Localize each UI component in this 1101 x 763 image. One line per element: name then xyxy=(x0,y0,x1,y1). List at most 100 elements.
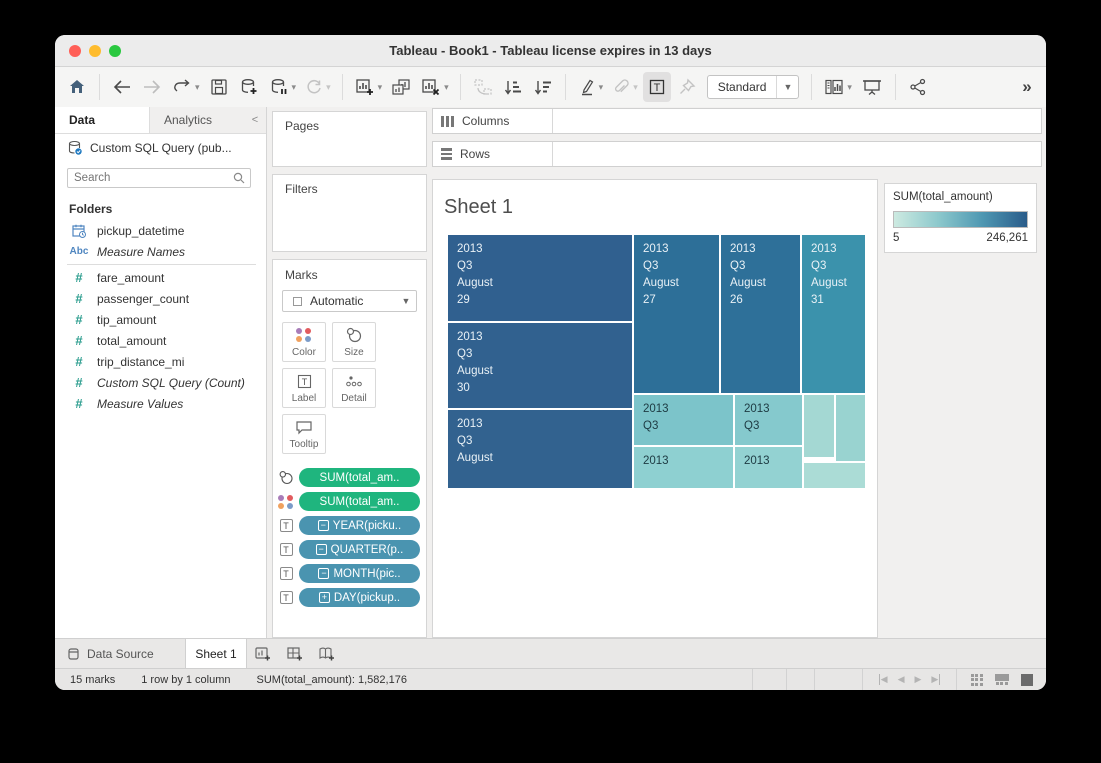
field-label: pickup_datetime xyxy=(97,224,184,238)
number-icon: # xyxy=(69,375,89,390)
pages-shelf[interactable]: Pages xyxy=(272,111,427,167)
show-me-button[interactable]: ▾ xyxy=(820,72,855,102)
highlight-button[interactable]: ▾ xyxy=(574,72,607,102)
color-legend[interactable]: SUM(total_amount) 5 246,261 xyxy=(884,183,1037,253)
treemap-tile[interactable]: 2013Q3August27 xyxy=(634,235,719,393)
new-story-tab-button[interactable] xyxy=(311,639,343,668)
size-button[interactable]: Size xyxy=(332,322,376,362)
collapse-hierarchy-icon[interactable]: − xyxy=(318,520,329,531)
show-mark-labels-button[interactable]: T xyxy=(643,72,671,102)
treemap-tile[interactable] xyxy=(804,395,834,457)
new-worksheet-tab-button[interactable] xyxy=(247,639,279,668)
show-cards-icon[interactable] xyxy=(971,674,983,686)
collapse-hierarchy-icon[interactable]: − xyxy=(318,568,329,579)
field-custom-sql-count[interactable]: # Custom SQL Query (Count) xyxy=(55,372,266,393)
field-passenger-count[interactable]: # passenger_count xyxy=(55,288,266,309)
svg-text:T: T xyxy=(301,377,307,387)
fit-dropdown[interactable]: Standard ▼ xyxy=(707,75,800,99)
pill-month-pickup[interactable]: −MONTH(pic.. xyxy=(299,564,420,583)
mark-type-dropdown[interactable]: Automatic ▼ xyxy=(282,290,417,312)
field-tip-amount[interactable]: # tip_amount xyxy=(55,309,266,330)
redo-button[interactable] xyxy=(138,72,166,102)
chevron-down-icon: ▾ xyxy=(378,82,383,93)
search-input[interactable] xyxy=(68,172,232,184)
toolbar-overflow-button[interactable]: » xyxy=(1010,72,1038,102)
replay-button[interactable]: ▾ xyxy=(168,72,203,102)
window-title: Tableau - Book1 - Tableau license expire… xyxy=(55,43,1046,58)
treemap-tile[interactable]: 2013 xyxy=(735,447,802,488)
label-button[interactable]: T Label xyxy=(282,368,326,408)
share-button[interactable] xyxy=(904,72,932,102)
field-total-amount[interactable]: # total_amount xyxy=(55,330,266,351)
rows-icon xyxy=(441,148,452,160)
field-pickup-datetime[interactable]: pickup_datetime xyxy=(55,220,266,241)
field-measure-values[interactable]: # Measure Values xyxy=(55,393,266,414)
new-dashboard-tab-button[interactable] xyxy=(279,639,311,668)
format-button[interactable]: ▾ xyxy=(608,72,641,102)
tab-analytics[interactable]: Analytics xyxy=(150,107,244,133)
data-source-item[interactable]: Custom SQL Query (pub... xyxy=(55,134,266,162)
treemap-tile[interactable] xyxy=(804,463,865,488)
undo-button[interactable] xyxy=(108,72,136,102)
data-source-tab-label: Data Source xyxy=(87,647,154,661)
filmstrip-view-icon[interactable] xyxy=(995,674,1009,686)
duplicate-sheet-button[interactable] xyxy=(387,72,415,102)
tooltip-button[interactable]: Tooltip xyxy=(282,414,326,454)
previous-page-icon[interactable]: ◀ xyxy=(898,674,905,685)
field-measure-names[interactable]: Abc Measure Names xyxy=(55,241,266,262)
search-box[interactable] xyxy=(67,168,251,188)
pill-sum-total-amount-color[interactable]: SUM(total_am.. xyxy=(299,492,420,511)
last-page-icon[interactable]: ▶ xyxy=(931,674,940,685)
filters-shelf[interactable]: Filters xyxy=(272,174,427,252)
treemap-tile[interactable]: 2013Q3 xyxy=(735,395,802,445)
color-button[interactable]: Color xyxy=(282,322,326,362)
save-button[interactable] xyxy=(205,72,233,102)
sort-ascending-icon xyxy=(502,77,524,97)
treemap-tile[interactable]: 2013Q3August30 xyxy=(448,323,632,408)
sort-descending-button[interactable] xyxy=(529,72,557,102)
tab-data-source[interactable]: Data Source xyxy=(55,639,185,668)
show-me-icon xyxy=(823,77,845,97)
pill-year-pickup[interactable]: −YEAR(picku.. xyxy=(299,516,420,535)
pill-quarter-pickup[interactable]: −QUARTER(p.. xyxy=(299,540,420,559)
pill-day-pickup[interactable]: +DAY(pickup.. xyxy=(299,588,420,607)
pill-sum-total-amount-size[interactable]: SUM(total_am.. xyxy=(299,468,420,487)
new-worksheet-button[interactable]: ▾ xyxy=(351,72,386,102)
new-data-source-button[interactable] xyxy=(235,72,263,102)
treemap-tile[interactable]: 2013Q3August29 xyxy=(448,235,632,321)
pause-updates-button[interactable]: ▾ xyxy=(265,72,300,102)
rows-shelf[interactable]: Rows xyxy=(432,141,1042,167)
treemap-tile[interactable]: 2013Q3August26 xyxy=(721,235,800,393)
treemap-tile[interactable]: 2013Q3August xyxy=(448,410,632,488)
color-icon xyxy=(278,495,294,509)
collapse-hierarchy-icon[interactable]: − xyxy=(316,544,327,555)
swap-axes-button[interactable] xyxy=(469,72,497,102)
treemap-tile[interactable]: 2013Q3 xyxy=(634,395,733,445)
refresh-button[interactable]: ▾ xyxy=(301,72,334,102)
presentation-mode-button[interactable] xyxy=(857,72,887,102)
number-icon: # xyxy=(69,312,89,327)
expand-hierarchy-icon[interactable]: + xyxy=(319,592,330,603)
first-page-icon[interactable]: ◀ xyxy=(879,674,888,685)
field-fare-amount[interactable]: # fare_amount xyxy=(55,267,266,288)
tab-sheet-1[interactable]: Sheet 1 xyxy=(185,639,247,668)
mark-type-icon xyxy=(293,297,302,306)
next-page-icon[interactable]: ▶ xyxy=(915,674,922,685)
treemap-tile[interactable]: 2013Q3August31 xyxy=(802,235,865,393)
columns-shelf[interactable]: Columns xyxy=(432,108,1042,134)
pill-row-year: T −YEAR(picku.. xyxy=(277,516,420,535)
tooltip-button-label: Tooltip xyxy=(290,439,319,450)
sheet-view-icon[interactable] xyxy=(1021,674,1033,686)
field-trip-distance[interactable]: # trip_distance_mi xyxy=(55,351,266,372)
fix-axes-button[interactable] xyxy=(673,72,701,102)
tab-data[interactable]: Data xyxy=(55,107,150,133)
treemap-tile[interactable]: 2013 xyxy=(634,447,733,488)
home-button[interactable] xyxy=(63,72,91,102)
collapse-pane-button[interactable]: < xyxy=(244,107,266,133)
clear-sheet-button[interactable]: ▾ xyxy=(417,72,452,102)
detail-button[interactable]: Detail xyxy=(332,368,376,408)
treemap-tile[interactable] xyxy=(836,395,865,461)
sort-ascending-button[interactable] xyxy=(499,72,527,102)
chevron-down-icon: ▾ xyxy=(444,82,449,93)
new-worksheet-icon xyxy=(254,646,272,662)
